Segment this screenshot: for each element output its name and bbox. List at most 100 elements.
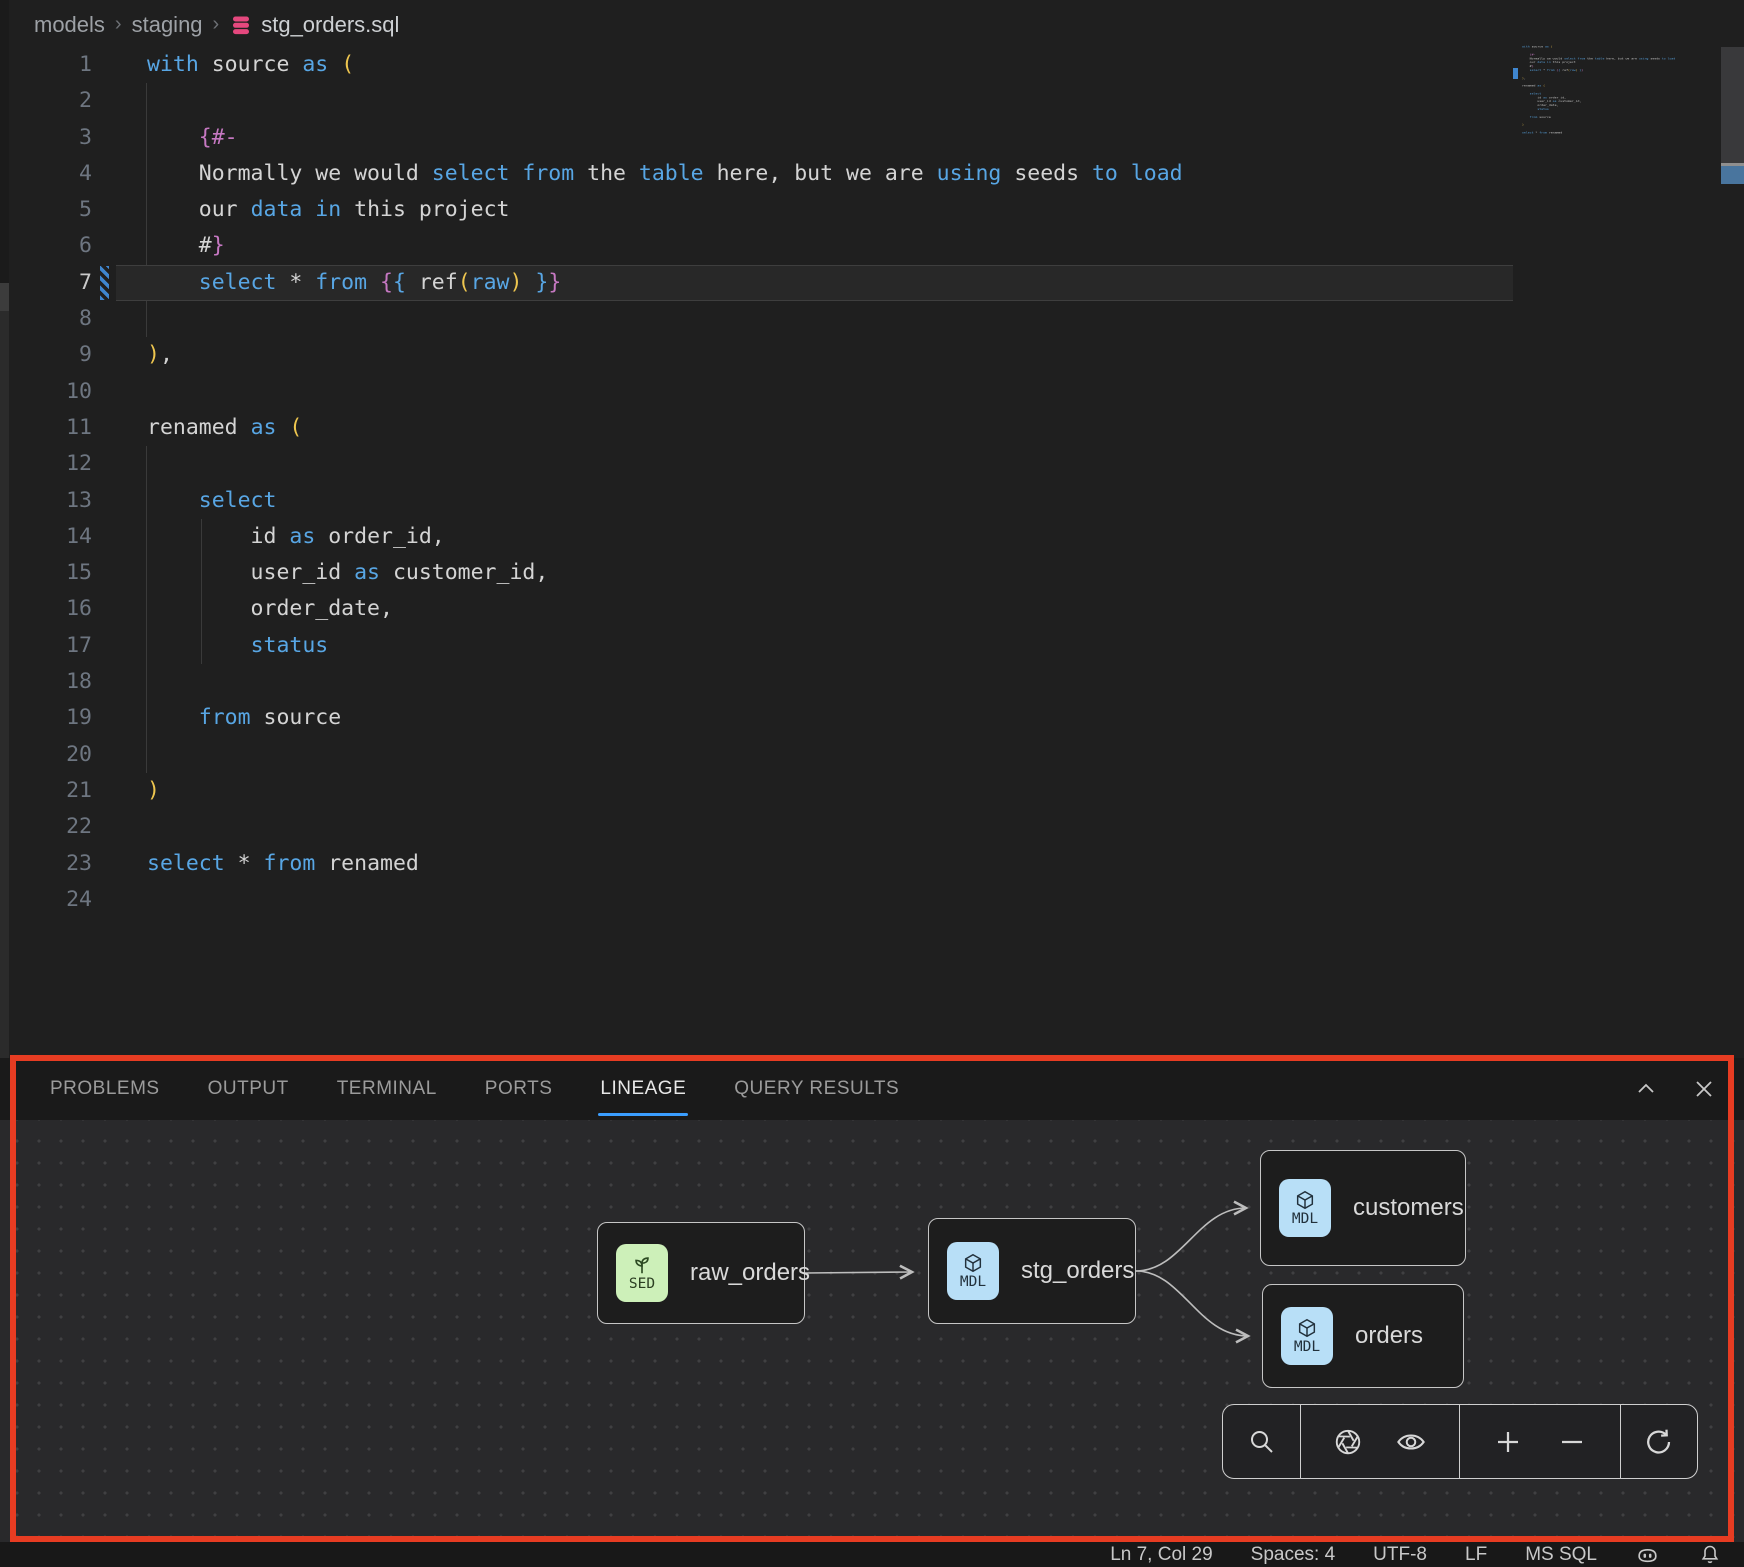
code-text: user_id as customer_id,	[147, 555, 548, 591]
code-line-9[interactable]: 9),	[0, 337, 1744, 373]
code-text: Normally we would select from the table …	[147, 156, 1183, 192]
code-text: select	[147, 483, 276, 519]
scrollbar-track[interactable]	[1721, 47, 1744, 163]
tab-output[interactable]: OUTPUT	[208, 1058, 289, 1120]
tab-terminal-label: TERMINAL	[337, 1078, 437, 1100]
bottom-panel: PROBLEMS OUTPUT TERMINAL PORTS LINEAGE Q…	[0, 1058, 1744, 1542]
modified-line-indicator	[100, 266, 109, 300]
code-line-12[interactable]: 12	[0, 446, 1744, 482]
refresh-icon	[1643, 1426, 1675, 1458]
search-button[interactable]	[1247, 1427, 1277, 1457]
breadcrumb-item-models[interactable]: models	[34, 12, 105, 38]
tab-lineage-label: LINEAGE	[600, 1078, 686, 1100]
indent-guide	[146, 83, 147, 119]
code-line-21[interactable]: 21)	[0, 773, 1744, 809]
tab-query-results[interactable]: QUERY RESULTS	[734, 1058, 899, 1120]
tab-ports-label: PORTS	[485, 1078, 553, 1100]
line-number: 24	[0, 882, 92, 918]
tab-lineage[interactable]: LINEAGE	[600, 1058, 686, 1120]
line-number: 3	[0, 120, 92, 156]
code-line-19[interactable]: 19 from source	[0, 700, 1744, 736]
tab-ports[interactable]: PORTS	[485, 1058, 553, 1120]
node-label: raw_orders	[690, 1259, 810, 1287]
encoding[interactable]: UTF-8	[1373, 1544, 1427, 1566]
code-line-16[interactable]: 16 order_date,	[0, 591, 1744, 627]
tab-output-label: OUTPUT	[208, 1078, 289, 1100]
refresh-button[interactable]	[1643, 1426, 1675, 1458]
zoom-out-button[interactable]	[1557, 1427, 1587, 1457]
code-line-1[interactable]: 1with source as (	[0, 47, 1744, 83]
code-line-24[interactable]: 24	[0, 882, 1744, 918]
line-number: 1	[0, 47, 92, 83]
indent-guide	[146, 446, 147, 482]
minimap-code: with source as ( {#- Normally we would s…	[1522, 45, 1700, 139]
lineage-node-stg-orders[interactable]: MDL stg_orders	[928, 1218, 1136, 1324]
minus-icon	[1557, 1427, 1587, 1457]
breadcrumb-file[interactable]: stg_orders.sql	[229, 12, 399, 38]
code-line-4[interactable]: 4 Normally we would select from the tabl…	[0, 156, 1744, 192]
code-line-14[interactable]: 14 id as order_id,	[0, 519, 1744, 555]
line-number: 15	[0, 555, 92, 591]
code-line-8[interactable]: 8	[0, 301, 1744, 337]
cube-icon	[1296, 1317, 1318, 1339]
aperture-button[interactable]	[1333, 1427, 1363, 1457]
lineage-node-raw-orders[interactable]: SED raw_orders	[597, 1222, 805, 1324]
code-line-22[interactable]: 22	[0, 809, 1744, 845]
code-text: select * from renamed	[147, 846, 419, 882]
line-number: 20	[0, 737, 92, 773]
code-line-2[interactable]: 2	[0, 83, 1744, 119]
code-line-18[interactable]: 18	[0, 664, 1744, 700]
line-number: 10	[0, 374, 92, 410]
code-line-20[interactable]: 20	[0, 737, 1744, 773]
code-line-6[interactable]: 6 #}	[0, 228, 1744, 264]
seed-chip: SED	[616, 1244, 668, 1302]
line-number: 17	[0, 628, 92, 664]
cursor-position[interactable]: Ln 7, Col 29	[1110, 1544, 1212, 1566]
model-chip: MDL	[947, 1242, 999, 1300]
code-line-23[interactable]: 23 select * from renamed	[0, 846, 1744, 882]
code-text: from source	[147, 700, 341, 736]
code-line-7[interactable]: 7 select * from {{ ref(raw) }}	[0, 265, 1744, 301]
notifications-bell-icon[interactable]	[1698, 1543, 1722, 1567]
code-line-13[interactable]: 13 select	[0, 483, 1744, 519]
code-line-3[interactable]: 3 {#-	[0, 120, 1744, 156]
copilot-icon[interactable]	[1635, 1542, 1660, 1567]
eol-sequence[interactable]: LF	[1465, 1544, 1487, 1566]
minimap[interactable]: with source as ( {#- Normally we would s…	[1522, 45, 1702, 145]
indent-guide	[146, 737, 147, 773]
lineage-node-orders[interactable]: MDL orders	[1262, 1284, 1464, 1388]
chevron-up-icon[interactable]	[1634, 1077, 1658, 1101]
line-number: 21	[0, 773, 92, 809]
model-badge-label: MDL	[960, 1274, 986, 1290]
code-text: select * from {{ ref(raw) }}	[147, 265, 561, 301]
seedling-icon	[631, 1254, 653, 1276]
plus-icon	[1493, 1427, 1523, 1457]
language-mode[interactable]: MS SQL	[1525, 1544, 1597, 1566]
tab-terminal[interactable]: TERMINAL	[337, 1058, 437, 1120]
code-line-17[interactable]: 17 status	[0, 628, 1744, 664]
close-icon[interactable]	[1692, 1077, 1716, 1101]
visibility-button[interactable]	[1395, 1426, 1427, 1458]
code-line-15[interactable]: 15 user_id as customer_id,	[0, 555, 1744, 591]
code-editor[interactable]: 1with source as (23 {#-4 Normally we wou…	[0, 47, 1744, 918]
indentation[interactable]: Spaces: 4	[1251, 1544, 1336, 1566]
chevron-right-icon: ›	[213, 13, 220, 36]
line-number: 13	[0, 483, 92, 519]
breadcrumb-item-staging[interactable]: staging	[132, 12, 203, 38]
breadcrumb: models › staging › stg_orders.sql	[34, 8, 399, 42]
lineage-canvas[interactable]: SED raw_orders MDL stg_orders	[0, 1120, 1744, 1542]
code-line-11[interactable]: 11renamed as (	[0, 410, 1744, 446]
line-number: 9	[0, 337, 92, 373]
tab-problems[interactable]: PROBLEMS	[50, 1058, 160, 1120]
node-label: orders	[1355, 1322, 1423, 1350]
zoom-in-button[interactable]	[1493, 1427, 1523, 1457]
code-line-10[interactable]: 10	[0, 374, 1744, 410]
panel-tab-bar: PROBLEMS OUTPUT TERMINAL PORTS LINEAGE Q…	[0, 1058, 1744, 1120]
code-line-5[interactable]: 5 our data in this project	[0, 192, 1744, 228]
node-label: customers	[1353, 1194, 1464, 1222]
lineage-node-customers[interactable]: MDL customers	[1260, 1150, 1466, 1266]
line-number: 7	[0, 265, 92, 301]
scrollbar-thumb[interactable]	[1721, 166, 1744, 184]
cube-icon	[1294, 1189, 1316, 1211]
line-number: 23	[0, 846, 92, 882]
